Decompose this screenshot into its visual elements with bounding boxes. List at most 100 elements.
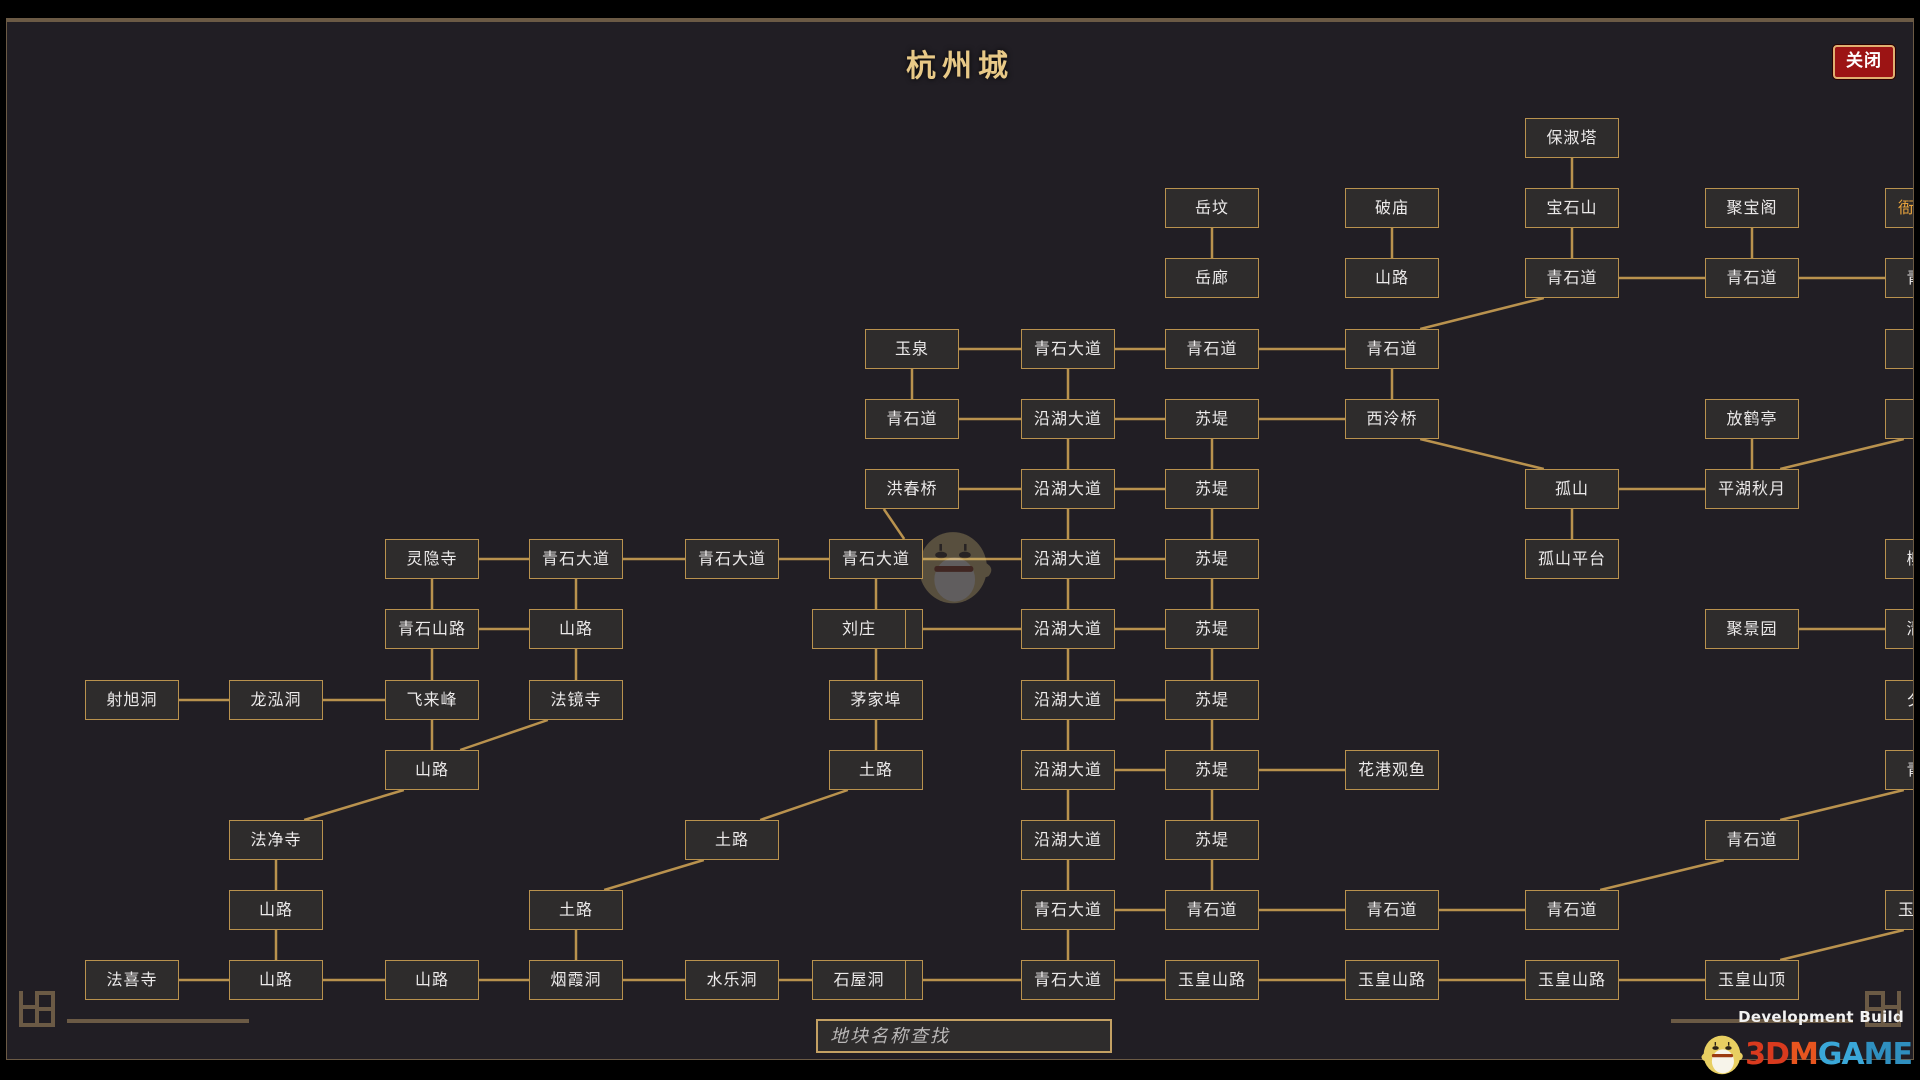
map-node-label: 射旭洞 <box>106 689 158 709</box>
map-node-label: 玉皇山顶 <box>1717 969 1786 989</box>
map-node[interactable]: 玉皇山路 <box>1885 890 1914 930</box>
map-node[interactable]: 西泠桥 <box>1345 399 1439 439</box>
map-node[interactable]: 苏堤 <box>1165 539 1259 579</box>
map-node-label: 青石大道 <box>1033 969 1102 989</box>
map-node-label: 玉皇山路 <box>1897 899 1914 919</box>
map-node[interactable]: 沿湖大道 <box>1021 399 1115 439</box>
map-node[interactable]: 土路 <box>529 890 623 930</box>
map-node[interactable]: 清波门 <box>1885 609 1913 649</box>
watermark-bird-logo-icon <box>1701 1035 1743 1075</box>
map-node[interactable]: 青石道 <box>1705 820 1799 860</box>
map-node[interactable]: 山路 <box>229 890 323 930</box>
map-node[interactable]: 孤山平台 <box>1525 539 1619 579</box>
map-node[interactable]: 青石道 <box>865 399 959 439</box>
map-node-label: 山路 <box>414 969 449 989</box>
watermark-3dmgame: 3DMGAME <box>1699 1030 1913 1078</box>
search-input[interactable] <box>818 1021 1110 1051</box>
map-node[interactable]: 苏堤 <box>1165 820 1259 860</box>
search-box[interactable] <box>816 1019 1112 1053</box>
map-node[interactable]: 山路 <box>529 609 623 649</box>
map-node[interactable]: 花港观鱼 <box>1345 750 1439 790</box>
watermark-text: 3DMGAME <box>1745 1036 1913 1072</box>
map-node[interactable]: 岳廊 <box>1165 258 1259 298</box>
map-node[interactable]: 山路 <box>385 960 479 1000</box>
map-node[interactable]: 宝石山 <box>1525 188 1619 228</box>
map-node[interactable]: 青石道 <box>1165 329 1259 369</box>
map-node[interactable]: 山路 <box>1345 258 1439 298</box>
map-node[interactable]: 夕照山 <box>1885 680 1913 720</box>
map-node[interactable]: 玉皇山路 <box>1525 960 1619 1000</box>
map-node[interactable]: 青石大道 <box>1021 960 1115 1000</box>
map-node[interactable]: 聚景园 <box>1705 609 1799 649</box>
map-node[interactable]: 青石道 <box>1885 750 1913 790</box>
map-node[interactable]: 烟霞洞 <box>529 960 623 1000</box>
map-node-label: 放鹤亭 <box>1726 408 1778 428</box>
map-node[interactable]: 山路 <box>385 750 479 790</box>
map-node[interactable]: 聚宝阁 <box>1705 188 1799 228</box>
map-node[interactable]: 水乐洞 <box>685 960 779 1000</box>
map-node[interactable]: 沿湖大道 <box>1021 539 1115 579</box>
map-node[interactable]: 青石道 <box>1165 890 1259 930</box>
map-node[interactable]: 飞来峰 <box>385 680 479 720</box>
map-node[interactable]: 平湖秋月 <box>1705 469 1799 509</box>
map-node[interactable]: 法镜寺 <box>529 680 623 720</box>
map-node[interactable]: 青石道 <box>1525 258 1619 298</box>
map-node-label: 苏堤 <box>1194 829 1229 849</box>
map-node[interactable]: 刘庄 <box>812 609 906 649</box>
map-node[interactable]: 保淑塔 <box>1525 118 1619 158</box>
map-node-label: 山路 <box>258 899 293 919</box>
map-node[interactable]: 柳浪桥 <box>1885 539 1913 579</box>
map-node[interactable]: 放鹤亭 <box>1705 399 1799 439</box>
map-node[interactable]: 白堤 <box>1885 399 1913 439</box>
map-node[interactable]: 土路 <box>685 820 779 860</box>
map-node[interactable]: 沿湖大道 <box>1021 609 1115 649</box>
map-node[interactable]: 射旭洞 <box>85 680 179 720</box>
map-node[interactable]: 山路 <box>229 960 323 1000</box>
map-node[interactable]: 青石道 <box>1345 329 1439 369</box>
map-node[interactable]: 法净寺 <box>229 820 323 860</box>
map-node[interactable]: 青石大道 <box>1021 329 1115 369</box>
map-node[interactable]: 沿湖大道 <box>1021 820 1115 860</box>
map-edge <box>1779 928 1905 962</box>
map-node[interactable]: 青石道 <box>1345 890 1439 930</box>
map-node-label: 苏堤 <box>1194 548 1229 568</box>
map-node[interactable]: 石屋洞 <box>812 960 906 1000</box>
map-node[interactable]: 孤山 <box>1525 469 1619 509</box>
map-node[interactable]: 沿湖大道 <box>1021 680 1115 720</box>
map-node[interactable]: 断桥 <box>1885 329 1913 369</box>
map-node[interactable]: 玉泉 <box>865 329 959 369</box>
map-node[interactable]: 玉皇山顶 <box>1705 960 1799 1000</box>
map-node[interactable]: 玉皇山路 <box>1165 960 1259 1000</box>
map-node[interactable]: 青石道 <box>1525 890 1619 930</box>
map-node[interactable]: 青石道 <box>1885 258 1913 298</box>
map-node[interactable]: 青石大道 <box>685 539 779 579</box>
map-node[interactable]: 沿湖大道 <box>1021 469 1115 509</box>
map-node[interactable]: 土路 <box>829 750 923 790</box>
map-node[interactable]: 青石大道 <box>829 539 923 579</box>
map-node-label: 洪春桥 <box>886 478 938 498</box>
map-node[interactable]: 岳坟 <box>1165 188 1259 228</box>
map-node[interactable]: 茅家埠 <box>829 680 923 720</box>
map-node[interactable]: 苏堤 <box>1165 469 1259 509</box>
map-node[interactable]: 破庙 <box>1345 188 1439 228</box>
map-node[interactable]: 衙门大门 <box>1885 188 1913 228</box>
map-node[interactable]: 青石山路 <box>385 609 479 649</box>
map-node[interactable]: 法喜寺 <box>85 960 179 1000</box>
map-node[interactable]: 青石大道 <box>1021 890 1115 930</box>
map-node[interactable]: 玉皇山路 <box>1345 960 1439 1000</box>
map-node[interactable]: 青石大道 <box>529 539 623 579</box>
map-node[interactable]: 龙泓洞 <box>229 680 323 720</box>
map-node[interactable]: 青石道 <box>1705 258 1799 298</box>
map-node[interactable]: 苏堤 <box>1165 609 1259 649</box>
map-edge <box>1779 437 1905 471</box>
map-node[interactable]: 沿湖大道 <box>1021 750 1115 790</box>
game-window: 杭州城 关闭 保淑塔杭州城外官道岳坟破庙宝石山聚宝阁衙门大门城门岳廊山路青石道青… <box>0 0 1920 1080</box>
map-node[interactable]: 灵隐寺 <box>385 539 479 579</box>
map-node[interactable]: 洪春桥 <box>865 469 959 509</box>
map-node-label: 龙泓洞 <box>250 689 302 709</box>
map-node-label: 青石道 <box>1726 267 1778 287</box>
map-node-label: 西泠桥 <box>1366 408 1418 428</box>
map-node[interactable]: 苏堤 <box>1165 750 1259 790</box>
map-node[interactable]: 苏堤 <box>1165 680 1259 720</box>
map-node[interactable]: 苏堤 <box>1165 399 1259 439</box>
